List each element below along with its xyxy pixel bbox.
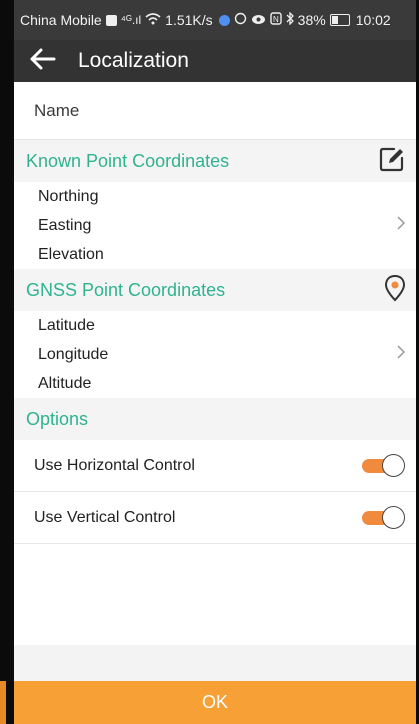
nfc-icon: N <box>269 12 282 28</box>
clock: 10:02 <box>355 12 391 28</box>
northing-label: Northing <box>38 188 99 205</box>
back-button[interactable] <box>22 40 62 82</box>
longitude-label: Longitude <box>38 346 109 363</box>
ok-button[interactable]: OK <box>14 681 416 724</box>
battery-icon <box>329 14 350 26</box>
empty-area <box>14 544 416 645</box>
options-title: Options <box>26 408 89 429</box>
toggle-knob <box>382 453 405 477</box>
vertical-control-row: Use Vertical Control <box>14 492 416 544</box>
location-pin-icon[interactable] <box>384 274 406 307</box>
chevron-right-icon <box>396 215 406 236</box>
back-arrow-icon <box>28 47 56 76</box>
elevation-label: Elevation <box>38 246 104 263</box>
gnss-point-title: GNSS Point Coordinates <box>26 279 226 300</box>
left-edge-strip <box>0 681 6 724</box>
horizontal-control-toggle[interactable] <box>362 453 408 479</box>
latitude-label: Latitude <box>38 317 95 334</box>
altitude-label: Altitude <box>38 375 92 392</box>
known-point-header: Known Point Coordinates <box>14 140 416 182</box>
hd-icon <box>105 14 117 26</box>
edit-icon[interactable] <box>378 145 406 178</box>
name-label: Name <box>34 100 80 120</box>
status-bar: China Mobile ⁴ᴳ.ıl 1.51K/s N 38% 10:02 <box>14 0 416 40</box>
gnss-point-group[interactable]: Latitude Longitude Altitude <box>14 311 416 398</box>
easting-label: Easting <box>38 217 92 234</box>
speed-label: 1.51K/s <box>165 12 213 28</box>
vertical-control-label: Use Vertical Control <box>34 508 176 526</box>
gnss-point-header: GNSS Point Coordinates <box>14 269 416 311</box>
bluetooth-icon <box>286 11 294 28</box>
whatsapp-icon <box>234 12 247 28</box>
known-point-group[interactable]: Northing Easting Elevation <box>14 182 416 269</box>
phone-screen: China Mobile ⁴ᴳ.ıl 1.51K/s N 38% 10:02 L… <box>14 0 416 724</box>
chevron-right-icon <box>396 344 406 365</box>
name-row[interactable]: Name <box>14 82 416 140</box>
gnss-point-lines: Latitude Longitude Altitude <box>14 311 108 398</box>
svg-text:N: N <box>273 15 279 24</box>
signal-label: ⁴ᴳ.ıl <box>120 13 142 27</box>
eye-icon <box>251 12 266 28</box>
app-notify-icon <box>218 14 230 26</box>
horizontal-control-row: Use Horizontal Control <box>14 440 416 492</box>
known-point-lines: Northing Easting Elevation <box>14 182 104 269</box>
options-header: Options <box>14 398 416 440</box>
carrier-label: China Mobile <box>20 12 102 28</box>
vertical-control-toggle[interactable] <box>362 505 408 531</box>
ok-label: OK <box>201 692 228 712</box>
battery-percent: 38% <box>297 12 326 28</box>
toggle-knob <box>382 505 405 529</box>
horizontal-control-label: Use Horizontal Control <box>34 456 195 474</box>
wifi-icon <box>145 12 161 28</box>
page-title: Localization <box>78 49 189 72</box>
known-point-title: Known Point Coordinates <box>26 150 230 171</box>
app-bar: Localization <box>14 40 416 82</box>
